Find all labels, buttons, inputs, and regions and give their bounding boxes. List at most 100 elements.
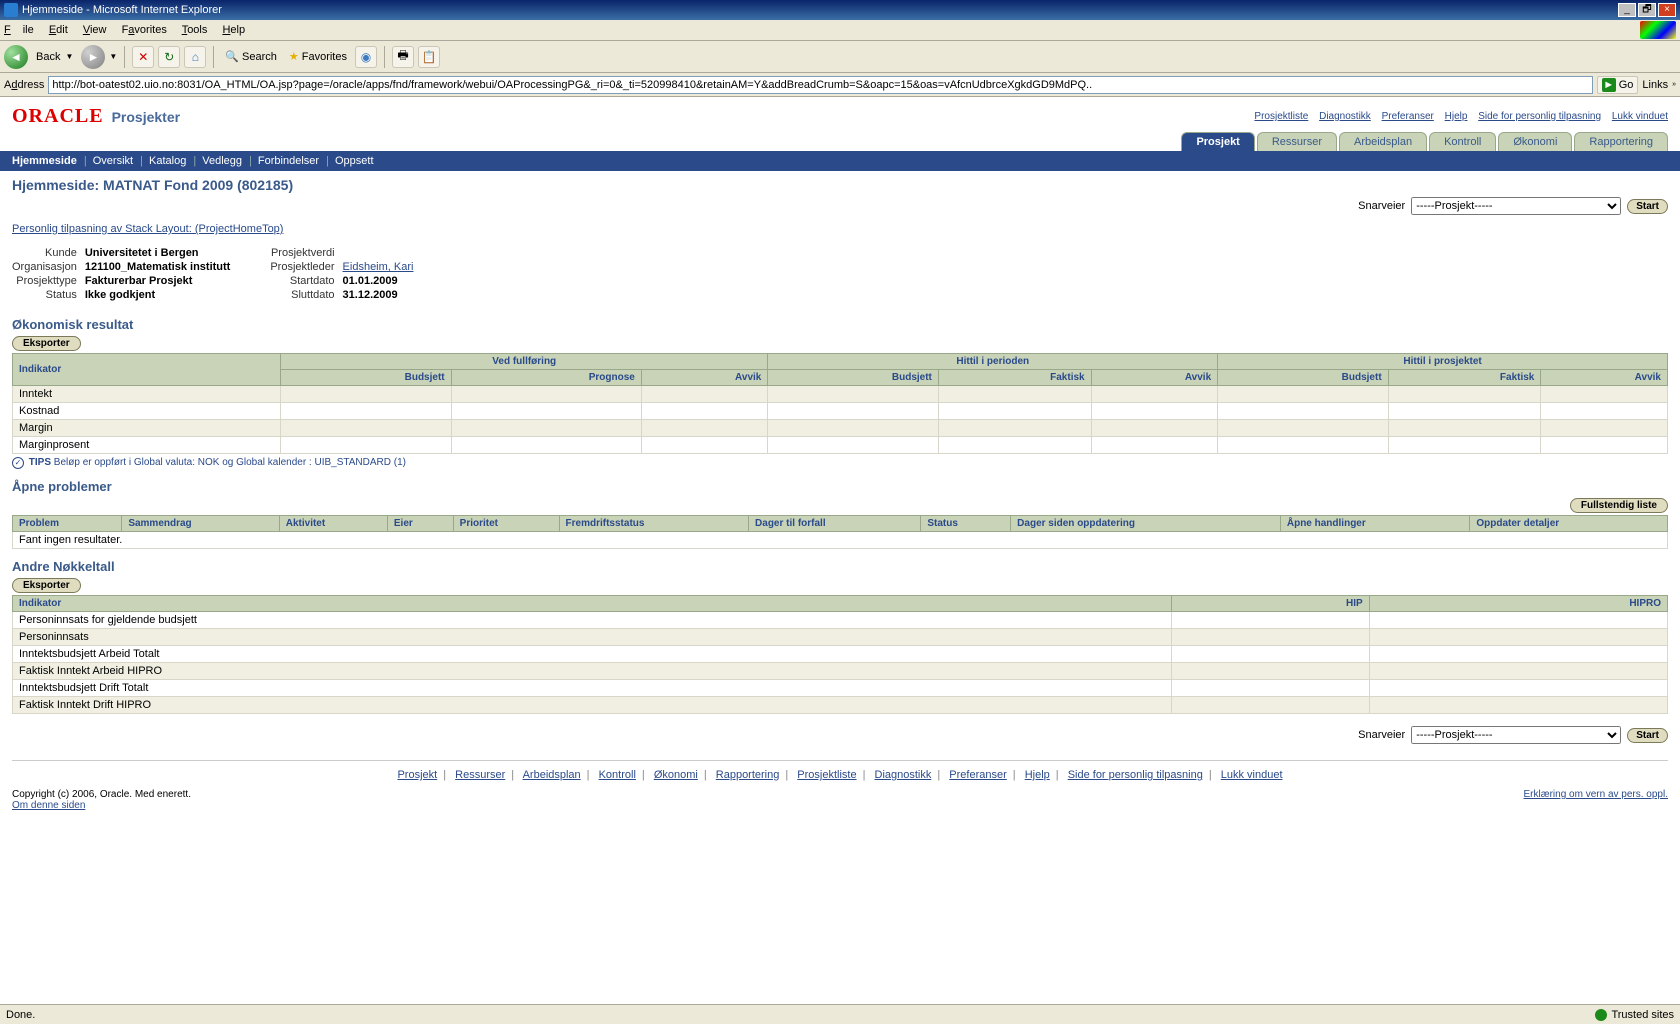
table-row: Margin bbox=[13, 420, 1668, 437]
personalize-link[interactable]: Personlig tilpasning av Stack Layout: (P… bbox=[12, 223, 283, 235]
privacy-link[interactable]: Erklæring om vern av pers. oppl. bbox=[1523, 789, 1668, 811]
window-close-button[interactable]: × bbox=[1658, 3, 1676, 17]
subnav-oversikt[interactable]: Oversikt bbox=[93, 155, 133, 167]
tab-okonomi[interactable]: Økonomi bbox=[1498, 132, 1572, 151]
pcol-1[interactable]: Sammendrag bbox=[122, 516, 279, 532]
ncol-hipro[interactable]: HIPRO bbox=[1369, 596, 1667, 612]
refresh-button[interactable]: ↻ bbox=[158, 46, 180, 68]
trusted-icon bbox=[1595, 1009, 1607, 1021]
tab-ressurser[interactable]: Ressurser bbox=[1257, 132, 1337, 151]
pcol-7[interactable]: Status bbox=[921, 516, 1011, 532]
check-icon: ✓ bbox=[12, 457, 24, 469]
tab-arbeidsplan[interactable]: Arbeidsplan bbox=[1339, 132, 1427, 151]
flink-11[interactable]: Lukk vinduet bbox=[1221, 769, 1283, 781]
address-bar: Address ►Go Links » bbox=[0, 73, 1680, 97]
menu-favorites[interactable]: Favorites bbox=[122, 24, 167, 36]
menu-view[interactable]: View bbox=[83, 24, 107, 36]
toplink-lukk[interactable]: Lukk vinduet bbox=[1612, 111, 1668, 122]
flink-7[interactable]: Diagnostikk bbox=[875, 769, 932, 781]
flink-5[interactable]: Rapportering bbox=[716, 769, 780, 781]
pcol-5[interactable]: Fremdriftsstatus bbox=[559, 516, 749, 532]
table-row: Inntekt bbox=[13, 386, 1668, 403]
col-avvik2[interactable]: Avvik bbox=[1091, 370, 1218, 386]
flink-2[interactable]: Arbeidsplan bbox=[523, 769, 581, 781]
back-button[interactable]: ◄ bbox=[4, 45, 28, 69]
go-icon: ► bbox=[1602, 78, 1616, 92]
nokkel-export-button[interactable]: Eksporter bbox=[12, 578, 81, 593]
menu-tools[interactable]: Tools bbox=[182, 24, 208, 36]
minimize-button[interactable]: _ bbox=[1618, 3, 1636, 17]
shortcut-select-b[interactable]: -----Prosjekt----- bbox=[1411, 726, 1621, 744]
flink-3[interactable]: Kontroll bbox=[599, 769, 636, 781]
flink-8[interactable]: Preferanser bbox=[949, 769, 1006, 781]
flink-4[interactable]: Økonomi bbox=[654, 769, 698, 781]
favorites-button[interactable]: ★Favorites bbox=[285, 50, 351, 63]
col-budsjett1[interactable]: Budsjett bbox=[281, 370, 452, 386]
menu-help[interactable]: Help bbox=[222, 24, 245, 36]
subnav-vedlegg[interactable]: Vedlegg bbox=[202, 155, 242, 167]
shortcut-start-button-b[interactable]: Start bbox=[1627, 728, 1668, 743]
pcol-8[interactable]: Dager siden oppdatering bbox=[1011, 516, 1281, 532]
col-faktisk1[interactable]: Faktisk bbox=[938, 370, 1091, 386]
back-label[interactable]: Back▼ bbox=[32, 51, 77, 63]
about-link[interactable]: Om denne siden bbox=[12, 800, 85, 811]
forward-button[interactable]: ► bbox=[81, 45, 105, 69]
flink-0[interactable]: Prosjekt bbox=[397, 769, 437, 781]
home-button[interactable]: ⌂ bbox=[184, 46, 206, 68]
window-titlebar: Hjemmeside - Microsoft Internet Explorer… bbox=[0, 0, 1680, 20]
edit-button[interactable]: 📋 bbox=[418, 46, 440, 68]
col-faktisk2[interactable]: Faktisk bbox=[1388, 370, 1541, 386]
pcol-2[interactable]: Aktivitet bbox=[279, 516, 387, 532]
toplink-preferanser[interactable]: Preferanser bbox=[1382, 111, 1434, 122]
flink-1[interactable]: Ressurser bbox=[455, 769, 505, 781]
search-button[interactable]: 🔍Search bbox=[221, 50, 281, 63]
pleder-link[interactable]: Eidsheim, Kari bbox=[343, 261, 414, 273]
ncol-indikator[interactable]: Indikator bbox=[13, 596, 1172, 612]
menu-file[interactable]: File bbox=[4, 24, 34, 36]
subnav-forbindelser[interactable]: Forbindelser bbox=[258, 155, 319, 167]
pcol-9[interactable]: Åpne handlinger bbox=[1280, 516, 1470, 532]
flink-9[interactable]: Hjelp bbox=[1025, 769, 1050, 781]
forward-dropdown[interactable]: ▼ bbox=[109, 52, 117, 61]
col-budsjett2[interactable]: Budsjett bbox=[768, 370, 939, 386]
subnav-katalog[interactable]: Katalog bbox=[149, 155, 186, 167]
pcol-6[interactable]: Dager til forfall bbox=[749, 516, 921, 532]
econ-export-button[interactable]: Eksporter bbox=[12, 336, 81, 351]
project-details: KundeUniversitetet i Bergen Organisasjon… bbox=[12, 247, 1668, 301]
toplink-hjelp[interactable]: Hjelp bbox=[1445, 111, 1468, 122]
shortcut-select[interactable]: -----Prosjekt----- bbox=[1411, 197, 1621, 215]
col-indikator[interactable]: Indikator bbox=[13, 354, 281, 386]
flink-10[interactable]: Side for personlig tilpasning bbox=[1068, 769, 1203, 781]
menu-edit[interactable]: Edit bbox=[49, 24, 68, 36]
flink-6[interactable]: Prosjektliste bbox=[797, 769, 856, 781]
subnav-hjemmeside[interactable]: Hjemmeside bbox=[12, 155, 77, 167]
col-avvik1[interactable]: Avvik bbox=[641, 370, 768, 386]
toplink-diagnostikk[interactable]: Diagnostikk bbox=[1319, 111, 1371, 122]
links-button[interactable]: Links bbox=[1642, 79, 1668, 91]
kunde-label: Kunde bbox=[12, 247, 77, 259]
tab-prosjekt[interactable]: Prosjekt bbox=[1181, 132, 1254, 151]
address-input[interactable] bbox=[48, 76, 1592, 94]
col-avvik3[interactable]: Avvik bbox=[1541, 370, 1668, 386]
pcol-4[interactable]: Prioritet bbox=[453, 516, 559, 532]
pcol-3[interactable]: Eier bbox=[387, 516, 453, 532]
col-prognose[interactable]: Prognose bbox=[451, 370, 641, 386]
subnav-oppsett[interactable]: Oppsett bbox=[335, 155, 374, 167]
history-button[interactable]: ◉ bbox=[355, 46, 377, 68]
table-row: Faktisk Inntekt Arbeid HIPRO bbox=[13, 663, 1668, 680]
tab-kontroll[interactable]: Kontroll bbox=[1429, 132, 1496, 151]
table-row: Inntektsbudsjett Arbeid Totalt bbox=[13, 646, 1668, 663]
pcol-10[interactable]: Oppdater detaljer bbox=[1470, 516, 1668, 532]
toplink-personlig[interactable]: Side for personlig tilpasning bbox=[1478, 111, 1601, 122]
col-budsjett3[interactable]: Budsjett bbox=[1218, 370, 1389, 386]
shortcut-start-button[interactable]: Start bbox=[1627, 199, 1668, 214]
go-button[interactable]: ►Go bbox=[1597, 76, 1639, 94]
full-list-button[interactable]: Fullstendig liste bbox=[1570, 498, 1668, 513]
pcol-0[interactable]: Problem bbox=[13, 516, 122, 532]
print-button[interactable]: 🖶 bbox=[392, 46, 414, 68]
restore-button[interactable]: 🗗 bbox=[1638, 3, 1656, 17]
ncol-hip[interactable]: HIP bbox=[1171, 596, 1369, 612]
toplink-prosjektliste[interactable]: Prosjektliste bbox=[1254, 111, 1308, 122]
stop-button[interactable]: ✕ bbox=[132, 46, 154, 68]
tab-rapportering[interactable]: Rapportering bbox=[1574, 132, 1668, 151]
